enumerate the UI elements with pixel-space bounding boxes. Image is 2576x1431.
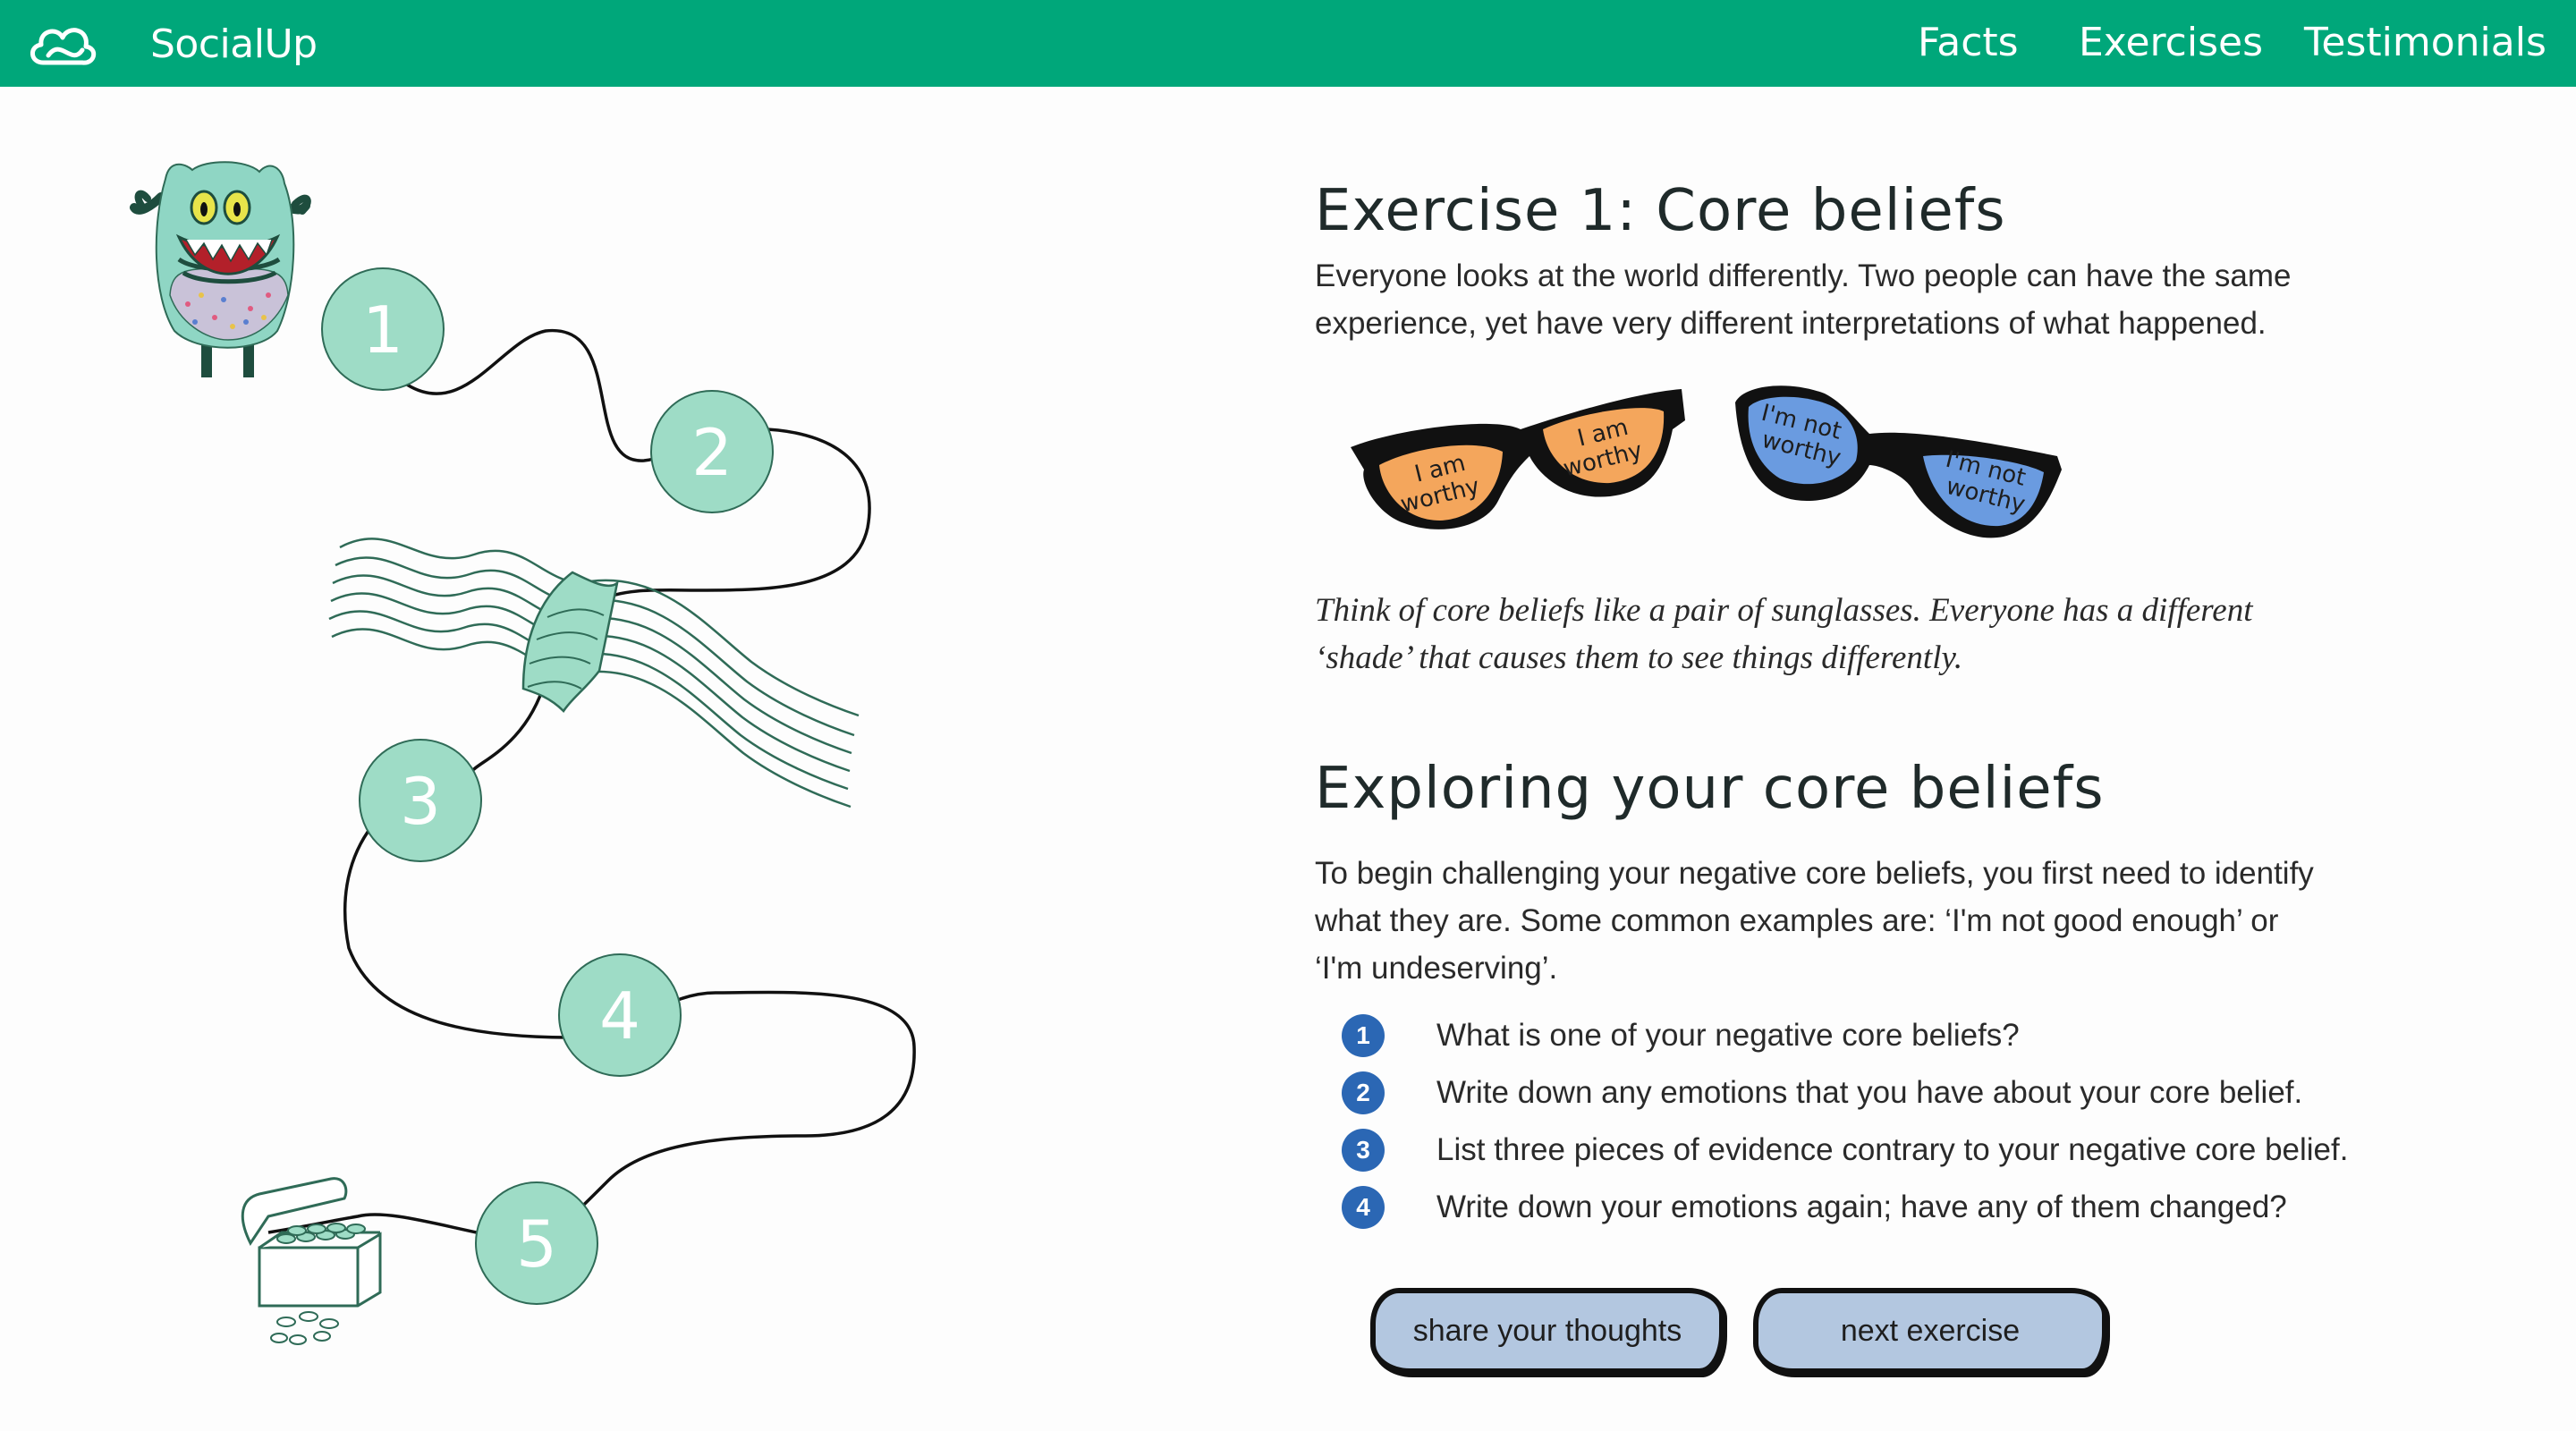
exercise-path-map: 1 2 3 4 5 — [130, 161, 916, 1345]
nav-link-exercises[interactable]: Exercises — [2079, 14, 2263, 72]
step-circle-label: 2 — [691, 415, 733, 490]
exercise-intro: Everyone looks at the world differently.… — [1315, 258, 2292, 341]
step-number-badge: 4 — [1342, 1186, 1385, 1229]
step-circle-label: 5 — [516, 1207, 557, 1282]
exploring-title: Exploring your core beliefs — [1315, 756, 2105, 822]
sunglasses-caption: Think of core beliefs like a pair of sun… — [1315, 592, 2253, 676]
step-text: Write down any emotions that you have ab… — [1436, 1075, 2303, 1110]
next-exercise-button[interactable]: next exercise — [1753, 1288, 2107, 1374]
exercise-step: 3 List three pieces of evidence contrary… — [1342, 1122, 2370, 1179]
step-circle-label: 1 — [362, 292, 403, 368]
nav-link-facts[interactable]: Facts — [1918, 14, 2019, 72]
cloud-logo-icon[interactable] — [25, 20, 100, 70]
nav-link-testimonials[interactable]: Testimonials — [2304, 14, 2546, 72]
step-circle-3[interactable]: 3 — [359, 739, 482, 862]
monster-mascot-icon — [130, 161, 311, 377]
step-text: Write down your emotions again; have any… — [1436, 1190, 2287, 1224]
positive-sunglasses-icon: I am worthy I am worthy — [1351, 389, 1685, 529]
exercise-title: Exercise 1: Core beliefs — [1315, 178, 2006, 244]
step-number-badge: 1 — [1342, 1014, 1385, 1057]
step-circle-label: 3 — [400, 764, 441, 839]
step-circle-label: 4 — [599, 978, 640, 1054]
sunglasses-illustration: I am worthy I am worthy I'm not worthy I… — [1351, 385, 2062, 538]
share-thoughts-button[interactable]: share your thoughts — [1370, 1288, 1724, 1374]
treasure-chest-icon — [241, 1177, 382, 1345]
step-circle-1[interactable]: 1 — [321, 267, 445, 391]
step-circle-5[interactable]: 5 — [475, 1181, 598, 1305]
step-circle-2[interactable]: 2 — [650, 390, 774, 513]
step-text: List three pieces of evidence contrary t… — [1436, 1132, 2349, 1167]
exercise-step: 2 Write down any emotions that you have … — [1342, 1064, 2370, 1122]
negative-sunglasses-icon: I'm not worthy I'm not worthy — [1735, 385, 2062, 538]
exercise-step: 1 What is one of your negative core beli… — [1342, 1007, 2370, 1064]
step-circle-4[interactable]: 4 — [558, 953, 682, 1077]
exploring-intro: To begin challenging your negative core … — [1315, 856, 2314, 986]
step-number-badge: 2 — [1342, 1071, 1385, 1114]
top-navbar: SocialUp Facts Exercises Testimonials — [0, 0, 2576, 87]
brand-name[interactable]: SocialUp — [150, 18, 318, 72]
step-text: What is one of your negative core belief… — [1436, 1018, 2020, 1053]
exercise-steps-list: 1 What is one of your negative core beli… — [1342, 1007, 2370, 1236]
step-number-badge: 3 — [1342, 1129, 1385, 1172]
bridge-icon — [521, 571, 619, 713]
exercise-step: 4 Write down your emotions again; have a… — [1342, 1179, 2370, 1236]
